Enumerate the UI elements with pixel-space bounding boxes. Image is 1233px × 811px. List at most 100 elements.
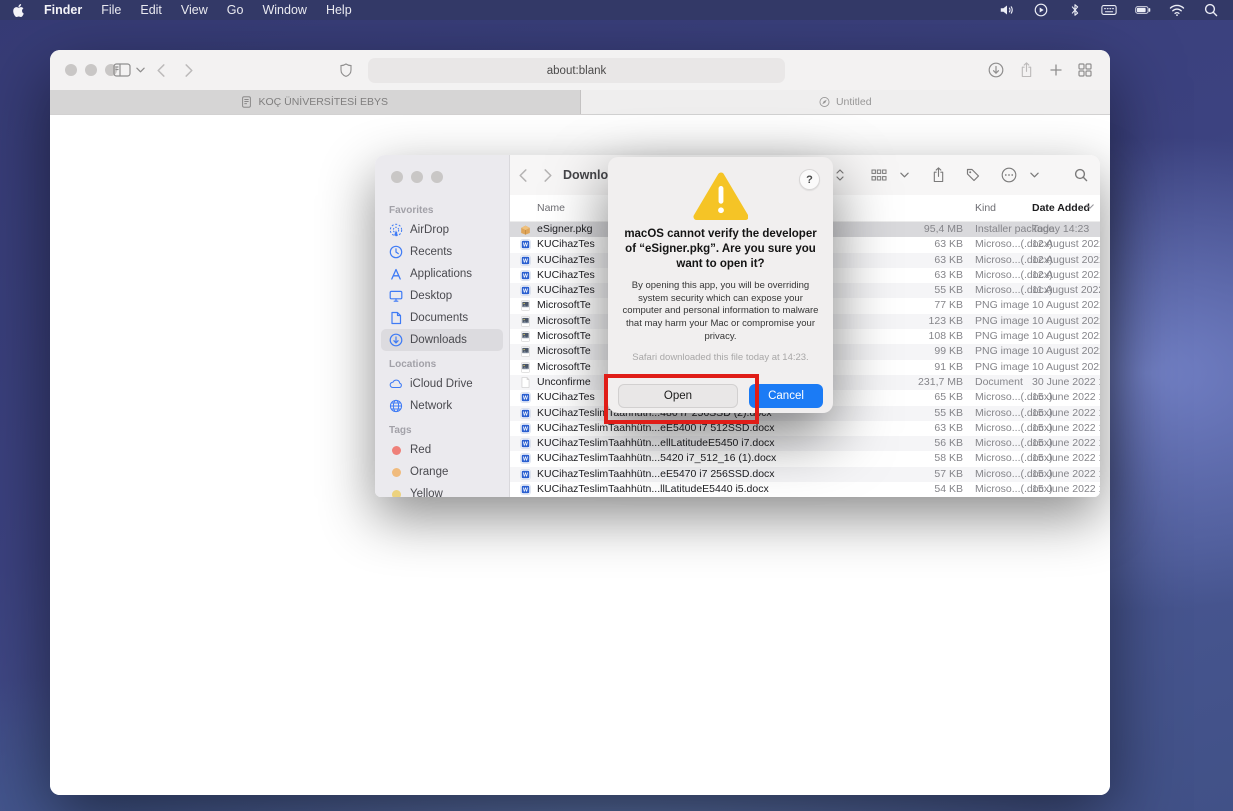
svg-text:W: W [523,411,528,417]
file-size: 57 KB [840,467,963,482]
safari-tab-2[interactable]: Untitled [581,90,1111,114]
sidebar-item-label: iCloud Drive [410,378,473,390]
docx-file-icon: W [520,484,531,495]
file-row[interactable]: WKUCihazTeslimTaahhütn...ellLatitudeE545… [510,436,1100,451]
file-date-added: 11 August 2022 15:12 [1032,283,1100,298]
page-icon [241,96,252,108]
keyboard-icon[interactable] [1101,3,1117,17]
tag-icon[interactable] [966,168,980,182]
sidebar-item-red[interactable]: Red [381,439,503,461]
sidebar-item-airdrop[interactable]: AirDrop [381,219,503,241]
sidebar-item-orange[interactable]: Orange [381,461,503,483]
docx-file-icon: W [520,469,531,480]
sidebar-chevron-down-icon[interactable] [136,50,145,90]
sort-chevron-icon[interactable] [1086,204,1094,209]
sidebar-item-downloads[interactable]: Downloads [381,329,503,351]
file-size: 63 KB [840,237,963,252]
doc-file-icon [520,377,531,388]
bluetooth-icon[interactable] [1067,3,1083,17]
volume-icon[interactable] [999,3,1015,17]
svg-text:W: W [523,457,528,463]
apple-menu-icon[interactable] [12,4,25,17]
address-text: about:blank [547,65,606,77]
zoom-window-button[interactable] [431,171,443,183]
file-date-added: 15 June 2022 11:06 [1032,421,1100,436]
sidebar-item-icloud-drive[interactable]: iCloud Drive [381,373,503,395]
docx-file-icon: W [520,270,531,281]
menu-item-view[interactable]: View [181,3,208,17]
file-row[interactable]: W KUCihazTeslimTaahhütn...eE5470 i7 256SS… [510,467,1100,482]
sidebar-toggle-icon[interactable] [113,50,131,90]
svg-text:W: W [523,442,528,448]
help-button[interactable]: ? [799,169,820,190]
share-icon[interactable] [932,167,945,183]
file-date-added: Today 14:23 [1032,222,1089,237]
sidebar-item-network[interactable]: Network [381,395,503,417]
file-date-added: 15 June 2022 11:05 [1032,451,1100,466]
search-icon[interactable] [1203,3,1219,17]
battery-icon[interactable] [1135,3,1151,17]
sidebar-item-yellow[interactable]: Yellow [381,483,503,497]
file-row[interactable]: W KUCihazTeslimTaahhütn...llLatitudeE5440… [510,482,1100,497]
group-by-icon[interactable] [871,169,887,181]
file-kind: PNG image [975,298,1029,313]
file-name: KUCihazTeslimTaahhütn...llLatitudeE5440 … [537,482,837,497]
file-date-added: 15 June 2022 11:06 [1032,390,1100,405]
warning-icon [693,172,749,220]
file-row[interactable]: WKUCihazTeslimTaahhütn...eE5400 i7 512SS… [510,421,1100,436]
forward-button[interactable] [185,50,193,90]
share-button[interactable] [1020,50,1033,90]
svg-text:W: W [523,273,528,279]
more-chevron-down-icon[interactable] [1030,172,1039,178]
menu-item-window[interactable]: Window [262,3,306,17]
dialog-body: By opening this app, you will be overrid… [621,280,820,344]
file-date-added: 10 August 2022 11:30 [1032,344,1100,359]
safari-toolbar: about:blank [50,50,1110,90]
svg-text:W: W [523,258,528,264]
column-header-date-added[interactable]: Date Added [1032,202,1090,214]
sidebar-item-desktop[interactable]: Desktop [381,285,503,307]
close-window-button[interactable] [65,64,77,76]
menu-item-help[interactable]: Help [326,3,352,17]
cloud-icon [389,377,403,391]
file-name: KUCihazTeslimTaahhütn...eE5470 i7 256SSD… [537,467,837,482]
finder-forward-button[interactable] [544,155,552,195]
search-icon[interactable] [1074,168,1088,182]
wifi-icon[interactable] [1169,3,1185,17]
privacy-shield-icon[interactable] [340,50,352,90]
close-window-button[interactable] [391,171,403,183]
menu-item-go[interactable]: Go [227,3,244,17]
svg-text:W: W [523,488,528,494]
play-icon[interactable] [1033,3,1049,17]
menu-app-name[interactable]: Finder [44,3,82,17]
sidebar-item-documents[interactable]: Documents [381,307,503,329]
file-date-added: 10 August 2022 11:30 [1032,360,1100,375]
sidebar-item-recents[interactable]: Recents [381,241,503,263]
column-header-name[interactable]: Name [537,202,565,214]
downloads-button[interactable] [988,50,1004,90]
menu-item-file[interactable]: File [101,3,121,17]
finder-sidebar: FavoritesAirDropRecentsApplicationsDeskt… [375,155,510,497]
new-tab-button[interactable] [1050,50,1062,90]
back-button[interactable] [157,50,165,90]
file-row[interactable]: WKUCihazTeslimTaahhütn...5420 i7_512_16 … [510,451,1100,466]
group-chevron-down-icon[interactable] [900,172,909,178]
file-kind: PNG image [975,314,1029,329]
view-updown-chevrons-icon[interactable] [836,169,844,181]
tab-overview-button[interactable] [1078,50,1092,90]
svg-text:W: W [523,426,528,432]
sidebar-item-applications[interactable]: Applications [381,263,503,285]
cancel-button[interactable]: Cancel [749,384,823,408]
sidebar-item-label: Recents [410,246,452,258]
minimize-window-button[interactable] [85,64,97,76]
menu-item-edit[interactable]: Edit [140,3,162,17]
file-size: 55 KB [840,283,963,298]
safari-tab-1[interactable]: KOÇ ÜNİVERSİTESİ EBYS [50,90,581,114]
more-actions-icon[interactable] [1001,167,1017,183]
address-bar[interactable]: about:blank [368,58,785,83]
column-header-kind[interactable]: Kind [975,202,996,214]
png-file-icon [520,362,531,373]
finder-back-button[interactable] [519,155,527,195]
svg-text:W: W [523,289,528,295]
minimize-window-button[interactable] [411,171,423,183]
